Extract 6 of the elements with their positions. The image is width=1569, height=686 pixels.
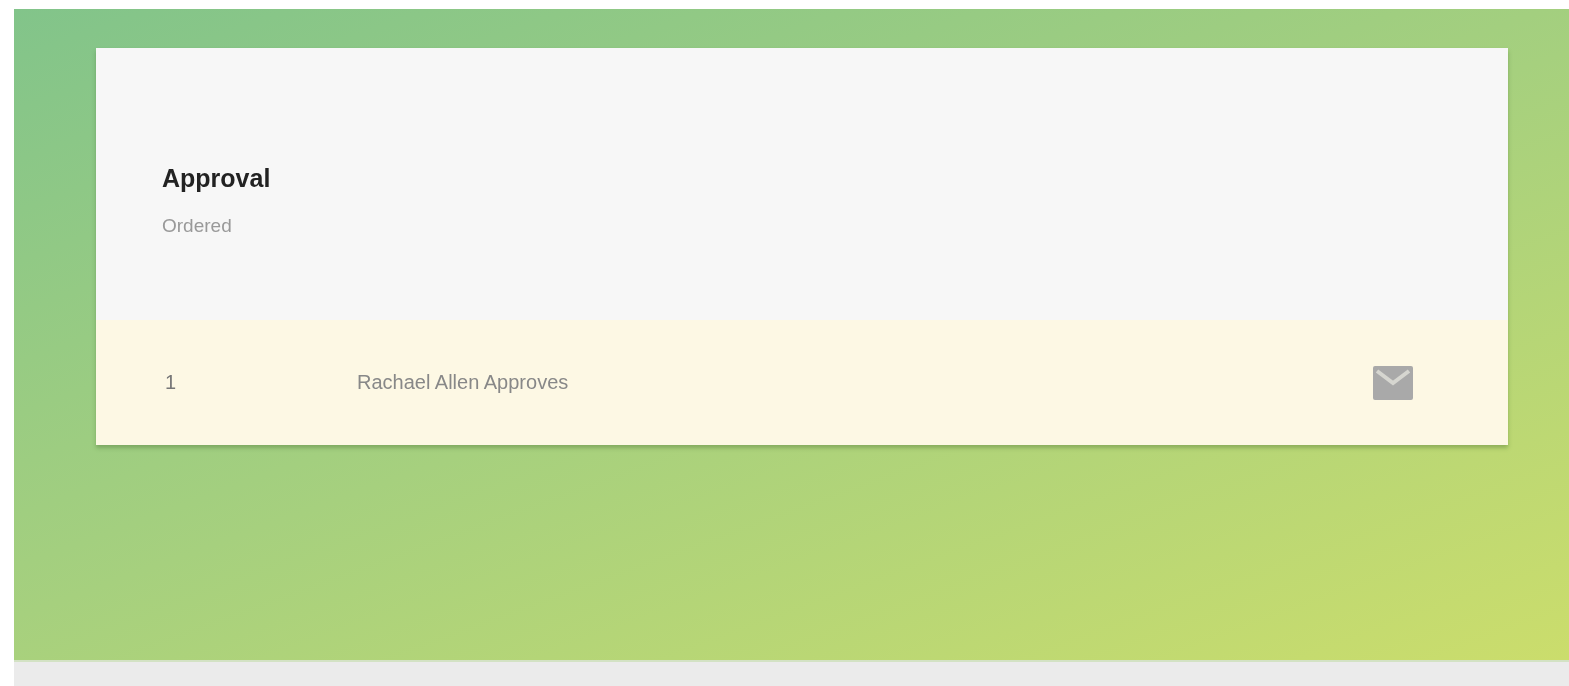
card-title: Approval [162,164,272,193]
envelope-icon[interactable] [1373,365,1413,400]
step-number: 1 [165,371,178,394]
approver-name: Rachael Allen Approves [357,371,570,394]
card-subtitle: Ordered [162,215,233,237]
approval-step-row[interactable]: 1 Rachael Allen Approves [96,320,1508,445]
